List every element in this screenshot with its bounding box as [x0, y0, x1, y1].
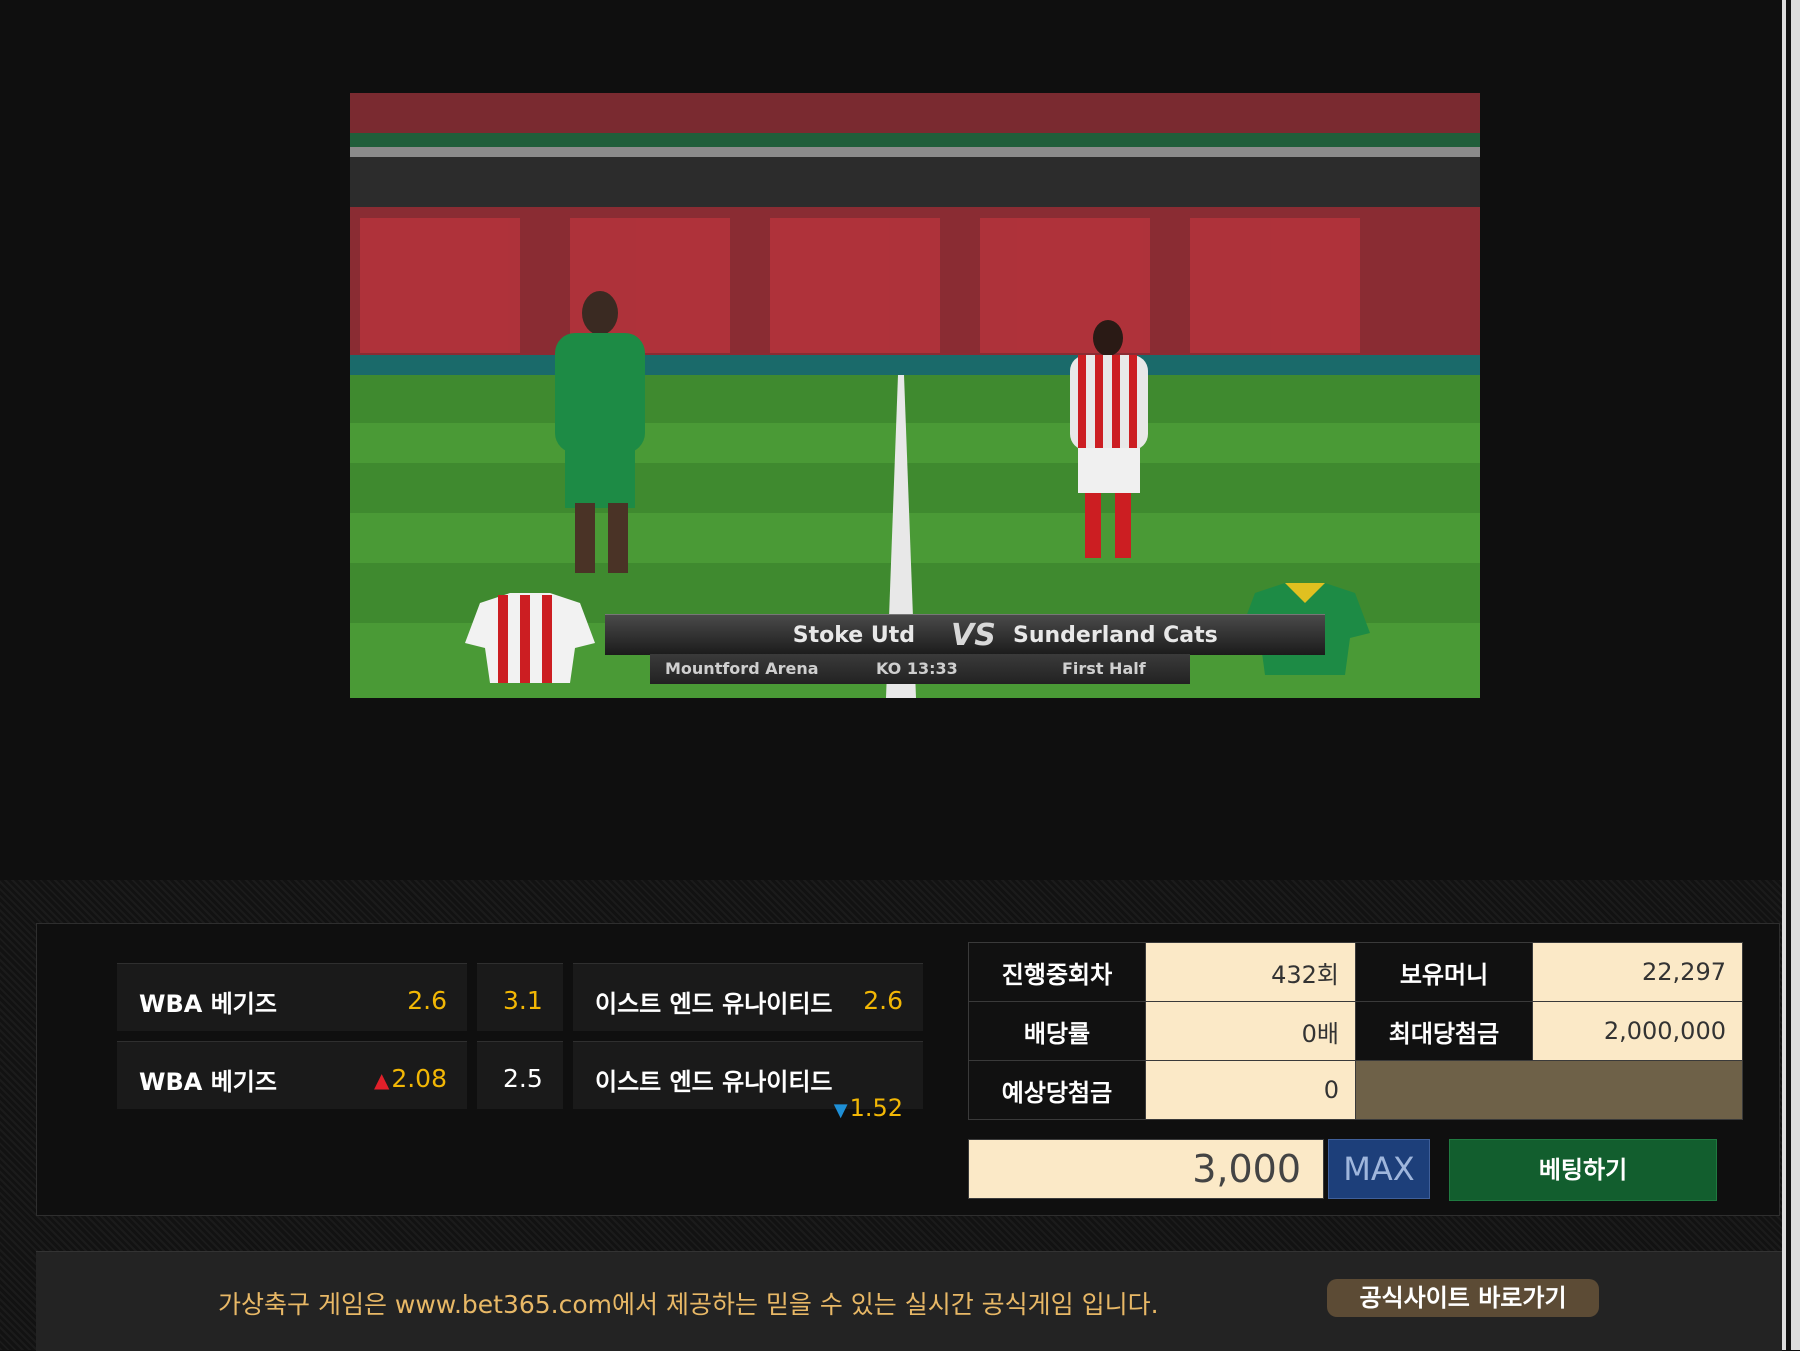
draw-odd-value: 2.5: [503, 1064, 543, 1093]
period-label: First Half: [1062, 659, 1146, 678]
empty-cell: [1355, 1060, 1743, 1120]
home-team-name: Stoke Utd: [792, 622, 915, 648]
home-odd-value: 2.6: [407, 986, 447, 1015]
venue-label: Mountford Arena: [665, 659, 819, 678]
home-team-label: WBA 베기즈: [139, 1068, 277, 1096]
kickoff-label: KO 13:33: [876, 659, 958, 678]
home-odd-value: 2.08: [391, 1064, 447, 1093]
draw-odds-button[interactable]: 2.5: [477, 1041, 563, 1109]
home-odd-change: ▲2.08: [374, 1064, 447, 1093]
maxwin-value: 2,000,000: [1532, 1001, 1743, 1061]
away-odd-value: 2.6: [863, 986, 903, 1015]
away-team-label: 이스트 엔드 유나이티드: [595, 990, 833, 1018]
official-site-button[interactable]: 공식사이트 바로가기: [1327, 1279, 1599, 1317]
away-odds-button[interactable]: 이스트 엔드 유나이티드 2.6: [573, 963, 923, 1031]
footer-notice: 가상축구 게임은 www.bet365.com에서 제공하는 믿을 수 있는 실…: [218, 1290, 1159, 1319]
draw-odd-value: 3.1: [503, 986, 543, 1015]
footer-bar: 가상축구 게임은 www.bet365.com에서 제공하는 믿을 수 있는 실…: [36, 1251, 1782, 1351]
away-team-name: Sunderland Cats: [1013, 622, 1218, 648]
draw-odds-button[interactable]: 3.1: [477, 963, 563, 1031]
place-bet-button[interactable]: 베팅하기: [1449, 1139, 1717, 1201]
arrow-down-icon: ▼: [833, 1100, 848, 1121]
max-button[interactable]: MAX: [1328, 1139, 1430, 1199]
home-odds-button[interactable]: WBA 베기즈 ▲2.08: [117, 1041, 467, 1109]
expected-value: 0: [1145, 1060, 1356, 1120]
scrollbar-thumb[interactable]: [1786, 0, 1791, 1350]
bet-info-table: 진행중회차 432회 보유머니 22,297 배당률 0배 최대당첨금 2,00…: [968, 942, 1743, 1120]
arrow-up-icon: ▲: [373, 1068, 390, 1092]
scrollbar-track[interactable]: [1782, 0, 1800, 1350]
money-value: 22,297: [1532, 942, 1743, 1002]
live-video-player[interactable]: Stoke Utd VS Sunderland Cats Mountford A…: [350, 93, 1480, 698]
maxwin-label: 최대당첨금: [1355, 1001, 1533, 1061]
match-info-bar: Mountford Arena KO 13:33 First Half: [650, 654, 1190, 684]
expected-label: 예상당첨금: [968, 1060, 1146, 1120]
rate-label: 배당률: [968, 1001, 1146, 1061]
money-label: 보유머니: [1355, 942, 1533, 1002]
away-odd-value: 1.52: [849, 1094, 903, 1122]
home-team-label: WBA 베기즈: [139, 990, 277, 1018]
round-label: 진행중회차: [968, 942, 1146, 1002]
round-value: 432회: [1145, 942, 1356, 1002]
away-odds-button[interactable]: 이스트 엔드 유나이티드 ▼1.52: [573, 1041, 923, 1122]
bet-amount-input[interactable]: 3,000: [968, 1139, 1324, 1199]
rate-value: 0배: [1145, 1001, 1356, 1061]
away-odd-change: ▼1.52: [834, 1094, 903, 1122]
home-odds-button[interactable]: WBA 베기즈 2.6: [117, 963, 467, 1031]
stadium-scene: [350, 93, 1480, 698]
match-scoreboard: Stoke Utd VS Sunderland Cats: [605, 614, 1325, 655]
vs-label: VS: [951, 617, 996, 653]
away-team-label: 이스트 엔드 유나이티드: [595, 1068, 833, 1096]
